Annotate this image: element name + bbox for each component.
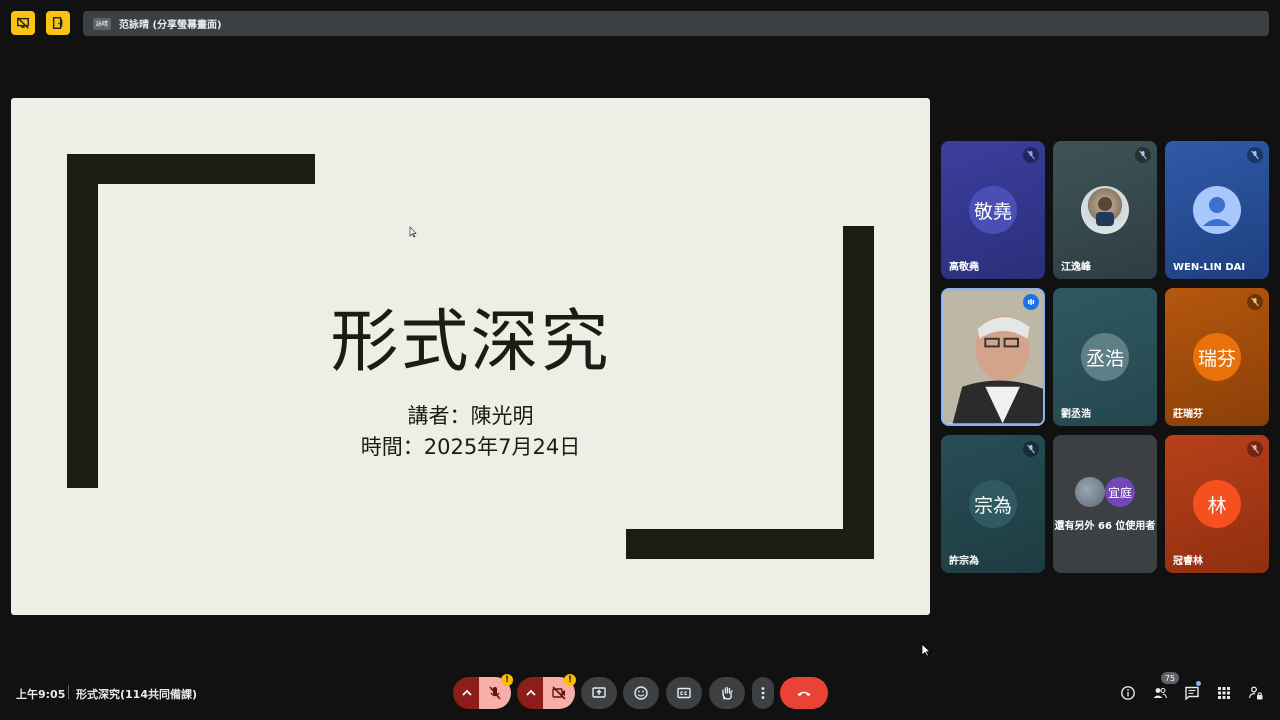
participant-tile[interactable]: 江逸峰 (1053, 141, 1157, 279)
screen-share-banner: 詠晴 范詠晴 (分享螢幕畫面) (83, 11, 1269, 36)
default-person-icon (1193, 186, 1241, 234)
mic-off-icon (1023, 147, 1039, 163)
present-screen-button[interactable] (581, 677, 617, 709)
mouse-cursor-icon (409, 226, 417, 238)
mic-warning-badge: ! (501, 674, 513, 686)
participant-tile[interactable]: 林 冠睿林 (1165, 435, 1269, 573)
participant-name: 劉丞浩 (1061, 409, 1091, 420)
avatar: 瑞芬 (1193, 333, 1241, 381)
avatar: 宗為 (969, 480, 1017, 528)
slide-title: 形式深究 (330, 303, 611, 382)
participant-name: 江逸峰 (1061, 262, 1091, 273)
frame-bar-bottom-right-horizontal (626, 529, 874, 559)
lock-person-icon (1248, 686, 1263, 700)
present-screen-icon (592, 687, 606, 698)
more-participants-label: 還有另外 66 位使用者 (1054, 521, 1156, 532)
mouse-cursor-icon (921, 643, 931, 657)
camera-off-icon (552, 686, 566, 700)
chevron-up-icon (526, 689, 536, 696)
raise-hand-icon (722, 686, 733, 700)
chevron-up-icon (462, 689, 472, 696)
share-status-text: 范詠晴 (分享螢幕畫面) (119, 20, 222, 31)
more-options-button[interactable] (752, 677, 774, 709)
participant-name: 冠睿林 (1173, 556, 1203, 567)
presenter-avatar: 詠晴 (93, 17, 111, 30)
participant-tile-active-speaker[interactable] (941, 288, 1045, 426)
participant-tile[interactable]: WEN-LIN DAI (1165, 141, 1269, 279)
activities-button[interactable] (1215, 684, 1233, 702)
frame-bar-top-left-horizontal (67, 154, 315, 184)
avatar: 敬堯 (969, 186, 1017, 234)
participant-tile[interactable]: 丞浩 劉丞浩 (1053, 288, 1157, 426)
door-icon (52, 17, 63, 29)
chat-icon (1185, 686, 1199, 701)
participant-count-badge: 75 (1161, 672, 1179, 684)
mic-off-icon (1247, 294, 1263, 310)
participant-tile[interactable]: 敬堯 高敬堯 (941, 141, 1045, 279)
info-icon (1121, 686, 1135, 700)
participant-tile[interactable]: 瑞芬 莊瑞芬 (1165, 288, 1269, 426)
more-vert-icon (761, 687, 765, 699)
reactions-button[interactable] (623, 677, 659, 709)
meeting-title: 形式深究(114共同備課) (76, 688, 198, 701)
divider (68, 685, 69, 699)
people-button[interactable] (1151, 684, 1169, 702)
host-controls-button[interactable] (1247, 684, 1265, 702)
avatar: 丞浩 (1081, 333, 1129, 381)
camera-warning-badge: ! (564, 674, 576, 686)
slide-speaker: 講者：陳光明 (407, 404, 534, 428)
participant-name: 許宗為 (949, 556, 979, 567)
mic-off-icon (1023, 441, 1039, 457)
avatar-small: 宜庭 (1105, 477, 1135, 507)
captions-icon (677, 687, 691, 699)
people-icon (1153, 687, 1168, 699)
participant-name: 莊瑞芬 (1173, 409, 1203, 420)
mic-off-icon (1247, 441, 1263, 457)
mic-off-icon (1135, 147, 1151, 163)
hang-up-icon (797, 691, 811, 696)
avatar-photo-small (1075, 477, 1105, 507)
participant-name: WEN-LIN DAI (1173, 262, 1246, 273)
current-time: 上午9:05 (16, 688, 66, 701)
mic-off-icon (1247, 147, 1263, 163)
participant-tile[interactable]: 宗為 許宗為 (941, 435, 1045, 573)
participant-name: 高敬堯 (949, 262, 979, 273)
video-options-button[interactable] (517, 677, 545, 709)
speaking-indicator-icon (1023, 294, 1039, 310)
avatar: 林 (1193, 480, 1241, 528)
chat-notification-dot (1196, 681, 1201, 686)
mic-off-icon (489, 686, 501, 700)
audio-options-button[interactable] (453, 677, 481, 709)
avatar-photo (1081, 186, 1129, 234)
leave-call-button[interactable] (780, 677, 828, 709)
meeting-details-button[interactable] (1119, 684, 1137, 702)
participant-video-feed (943, 290, 1043, 424)
frame-bar-bottom-right-vertical (843, 226, 874, 559)
apps-grid-icon (1218, 687, 1230, 699)
chat-button[interactable] (1183, 684, 1201, 702)
monitor-off-icon (17, 17, 29, 29)
exit-door-icon-button[interactable] (46, 11, 70, 35)
more-participants-tile[interactable]: 宜庭 還有另外 66 位使用者 (1053, 435, 1157, 573)
raise-hand-button[interactable] (709, 677, 745, 709)
captions-button[interactable] (666, 677, 702, 709)
stop-sharing-icon-button[interactable] (11, 11, 35, 35)
shared-screen-slide: 形式深究 講者：陳光明 時間：2025年7月24日 (11, 98, 930, 615)
slide-time: 時間：2025年7月24日 (360, 435, 581, 459)
emoji-icon (634, 686, 648, 700)
